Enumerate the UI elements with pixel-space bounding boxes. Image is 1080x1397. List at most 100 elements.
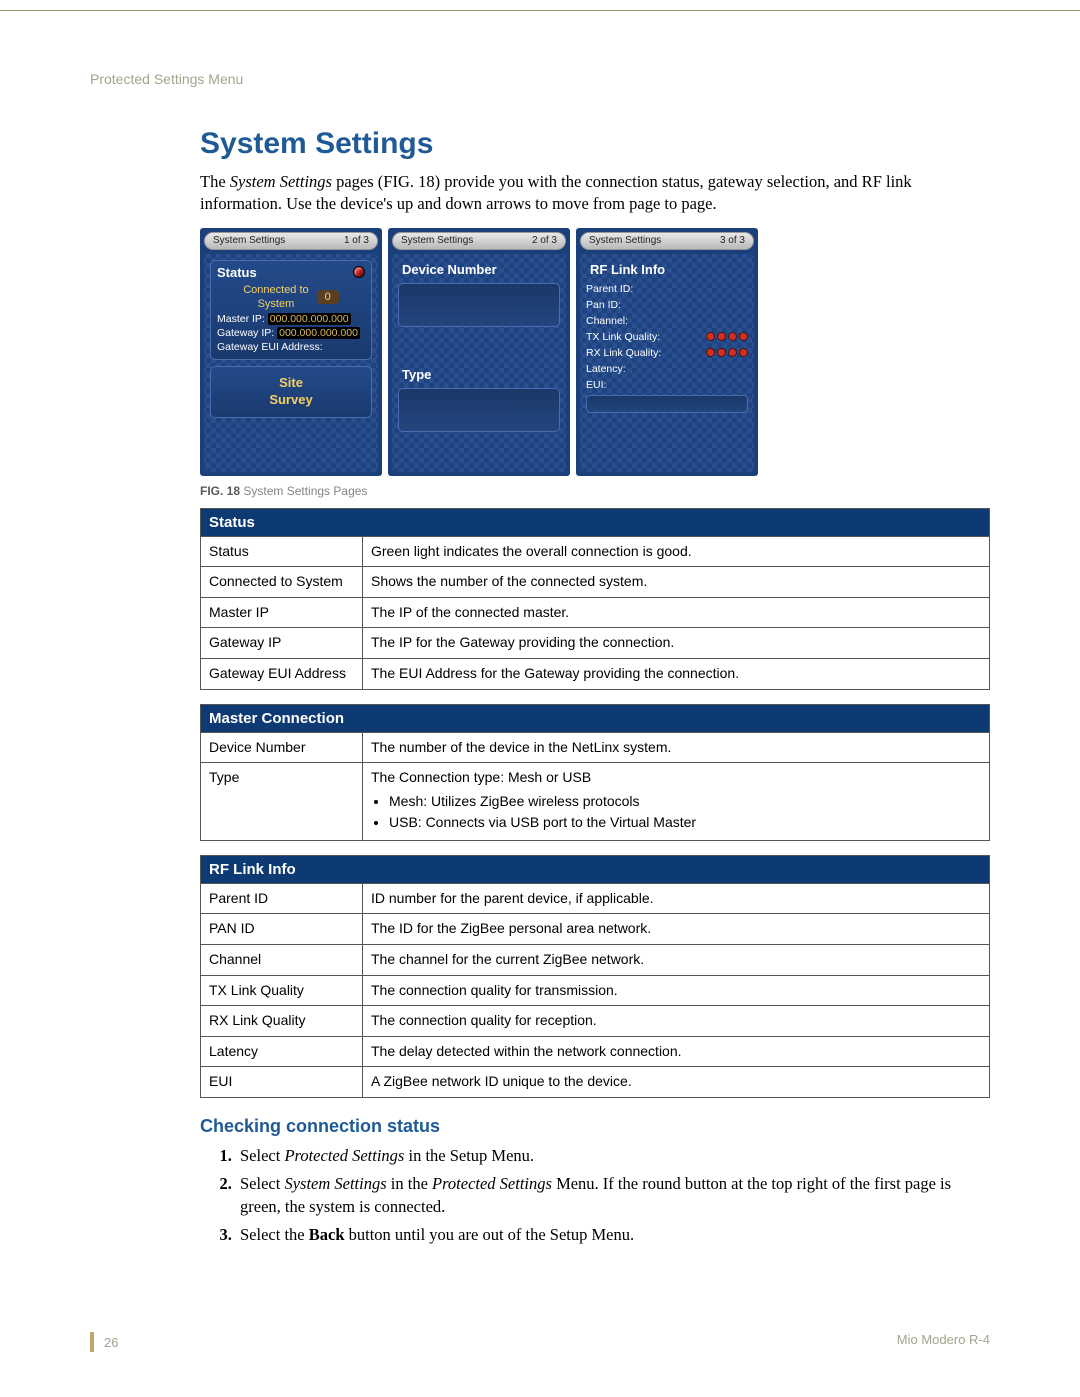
table-cell-value: The delay detected within the network co… (363, 1036, 990, 1067)
table-cell-value: ID number for the parent device, if appl… (363, 883, 990, 914)
screen-3: System Settings 3 of 3 RF Link Info Pare… (576, 228, 758, 476)
screen-2: System Settings 2 of 3 Device Number Typ… (388, 228, 570, 476)
connected-value: 0 (317, 290, 339, 304)
gateway-ip-value: 000.000.000.000 (277, 327, 360, 339)
tx-quality-dots (706, 332, 748, 341)
screen-1-tab-page: 1 of 3 (344, 235, 369, 246)
document-page: Protected Settings Menu System Settings … (0, 10, 1080, 1392)
type-field (398, 388, 560, 432)
figure-18: System Settings 1 of 3 Status Connected … (200, 228, 990, 498)
table-bullet: Mesh: Utilizes ZigBee wireless protocols (389, 792, 981, 812)
table-cell-value: The connection quality for transmission. (363, 975, 990, 1006)
device-number-field (398, 283, 560, 327)
connected-label: Connected to System (243, 283, 308, 312)
screen-2-tab-page: 2 of 3 (532, 235, 557, 246)
figure-caption: FIG. 18 System Settings Pages (200, 484, 990, 498)
table-row: LatencyThe delay detected within the net… (201, 1036, 990, 1067)
table-cell-value: Green light indicates the overall connec… (363, 536, 990, 567)
step-item: Select the Back button until you are out… (236, 1224, 990, 1246)
table-cell-value: The number of the device in the NetLinx … (363, 732, 990, 763)
rf-link-title: RF Link Info (586, 260, 748, 279)
table-cell-value: Shows the number of the connected system… (363, 567, 990, 598)
table-row: Device NumberThe number of the device in… (201, 732, 990, 763)
table-row: TypeThe Connection type: Mesh or USBMesh… (201, 763, 990, 841)
page-header-breadcrumb: Protected Settings Menu (90, 71, 990, 87)
table-row: StatusGreen light indicates the overall … (201, 536, 990, 567)
table-cell-key: EUI (201, 1067, 363, 1098)
table-cell-key: Channel (201, 945, 363, 976)
rf-channel-label: Channel: (586, 315, 628, 327)
status-title: Status (217, 265, 257, 280)
master-ip-value: 000.000.000.000 (268, 313, 351, 325)
screen-3-tab-title: System Settings (589, 235, 661, 246)
table-cell-key: Parent ID (201, 883, 363, 914)
section-title: System Settings (200, 127, 990, 161)
master-connection-table: Master Connection Device NumberThe numbe… (200, 704, 990, 841)
table-cell-value: The EUI Address for the Gateway providin… (363, 658, 990, 689)
rf-tx-label: TX Link Quality: (586, 331, 660, 343)
status-table-header: Status (201, 508, 990, 536)
step-item: Select Protected Settings in the Setup M… (236, 1145, 990, 1167)
status-panel: Status Connected to System 0 Master IP: … (210, 260, 372, 361)
status-indicator-dot (353, 266, 365, 278)
screen-3-tab: System Settings 3 of 3 (580, 232, 754, 250)
gateway-ip-label: Gateway IP: (217, 327, 274, 339)
table-cell-key: PAN ID (201, 914, 363, 945)
table-cell-value: The IP for the Gateway providing the con… (363, 628, 990, 659)
table-cell-key: RX Link Quality (201, 1006, 363, 1037)
table-cell-value: The ID for the ZigBee personal area netw… (363, 914, 990, 945)
table-cell-value: A ZigBee network ID unique to the device… (363, 1067, 990, 1098)
table-row: Gateway EUI AddressThe EUI Address for t… (201, 658, 990, 689)
rflink-table-header: RF Link Info (201, 855, 990, 883)
site-survey-button[interactable]: Site Survey (210, 366, 372, 418)
table-cell-value: The connection quality for reception. (363, 1006, 990, 1037)
table-cell-key: Gateway EUI Address (201, 658, 363, 689)
status-table-body: StatusGreen light indicates the overall … (201, 536, 990, 689)
rf-pan-id-label: Pan ID: (586, 299, 621, 311)
table-cell-key: Type (201, 763, 363, 841)
table-cell-key: Connected to System (201, 567, 363, 598)
rx-quality-dots (706, 348, 748, 357)
table-cell-key: Gateway IP (201, 628, 363, 659)
table-row: Gateway IPThe IP for the Gateway providi… (201, 628, 990, 659)
table-cell-key: Master IP (201, 597, 363, 628)
page-number: 26 (90, 1332, 118, 1352)
figure-caption-text: System Settings Pages (240, 484, 367, 498)
table-row: EUIA ZigBee network ID unique to the dev… (201, 1067, 990, 1098)
footer-doc-title: Mio Modero R-4 (897, 1332, 990, 1352)
content-area: System Settings The System Settings page… (200, 127, 990, 1246)
device-number-title: Device Number (398, 260, 560, 279)
master-ip-label: Master IP: (217, 313, 265, 325)
rflink-table: RF Link Info Parent IDID number for the … (200, 855, 990, 1098)
site-survey-label: Site Survey (211, 375, 371, 409)
table-cell-value: The Connection type: Mesh or USBMesh: Ut… (363, 763, 990, 841)
table-row: Master IPThe IP of the connected master. (201, 597, 990, 628)
figure-caption-number: FIG. 18 (200, 484, 240, 498)
table-row: TX Link QualityThe connection quality fo… (201, 975, 990, 1006)
screen-1-tab: System Settings 1 of 3 (204, 232, 378, 250)
rf-eui-label: EUI: (586, 379, 606, 391)
rf-eui-field (586, 395, 748, 413)
intro-paragraph: The System Settings pages (FIG. 18) prov… (200, 171, 990, 216)
table-row: Parent IDID number for the parent device… (201, 883, 990, 914)
checking-connection-heading: Checking connection status (200, 1116, 990, 1137)
table-row: Connected to SystemShows the number of t… (201, 567, 990, 598)
rflink-table-body: Parent IDID number for the parent device… (201, 883, 990, 1097)
screen-2-tab-title: System Settings (401, 235, 473, 246)
page-footer: 26 Mio Modero R-4 (90, 1326, 990, 1352)
type-title: Type (398, 365, 560, 384)
screen-2-tab: System Settings 2 of 3 (392, 232, 566, 250)
table-cell-value: The channel for the current ZigBee netwo… (363, 945, 990, 976)
screen-1: System Settings 1 of 3 Status Connected … (200, 228, 382, 476)
screen-3-tab-page: 3 of 3 (720, 235, 745, 246)
table-row: RX Link QualityThe connection quality fo… (201, 1006, 990, 1037)
master-table-body: Device NumberThe number of the device in… (201, 732, 990, 840)
status-table: Status StatusGreen light indicates the o… (200, 508, 990, 690)
table-cell-key: Status (201, 536, 363, 567)
master-table-header: Master Connection (201, 704, 990, 732)
step-item: Select System Settings in the Protected … (236, 1173, 990, 1218)
gateway-eui-label: Gateway EUI Address: (217, 341, 365, 353)
table-cell-key: Device Number (201, 732, 363, 763)
table-bullet: USB: Connects via USB port to the Virtua… (389, 813, 981, 833)
table-row: PAN IDThe ID for the ZigBee personal are… (201, 914, 990, 945)
